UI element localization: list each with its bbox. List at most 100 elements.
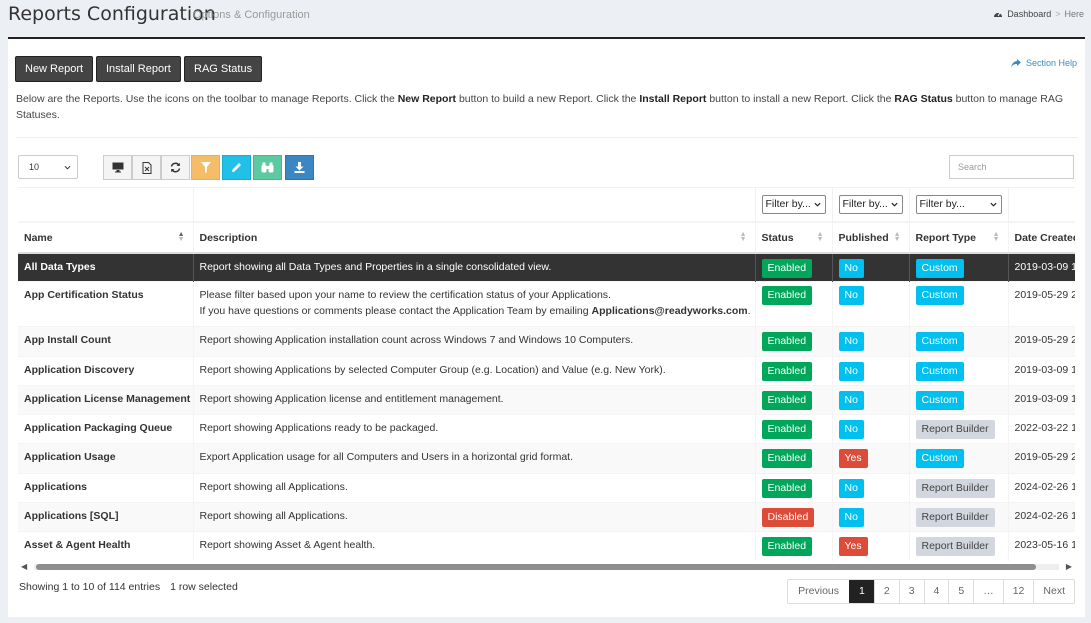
filter-cell: Filter by... — [908, 187, 1008, 222]
column-label: Description — [199, 231, 258, 244]
export-file-button[interactable] — [132, 155, 161, 180]
filter-cell — [192, 187, 755, 222]
cell-date: 2022-03-22 1 — [1007, 414, 1075, 444]
cell-report-type: Report Builder — [908, 472, 1008, 503]
cell-status: Enabled — [754, 355, 832, 386]
table-row[interactable]: All Data Types Report showing all Data T… — [18, 251, 1075, 282]
column-header-name[interactable]: Name ▲ ▼ — [18, 220, 193, 254]
table-row[interactable]: Application License Management Report sh… — [18, 384, 1075, 415]
pager-previous[interactable]: Previous — [788, 580, 849, 603]
intro-text-part: button to build a new Report. Click the — [456, 93, 640, 105]
header-row: Name ▲ ▼ Description ▲ ▼ Status ▲ ▼ Published ▲… — [18, 220, 1075, 254]
reports-panel: New Report Install Report RAG Status Sec… — [8, 37, 1085, 617]
scroll-right-icon[interactable]: ▶ — [1066, 562, 1072, 571]
report-type-badge: Custom — [915, 449, 964, 469]
page-length-value: 10 — [29, 162, 40, 172]
table-row[interactable]: Application Usage Export Application usa… — [18, 443, 1075, 474]
breadcrumb-separator: > — [1055, 9, 1061, 19]
cell-published: No — [831, 326, 909, 357]
published-badge: No — [838, 258, 864, 278]
column-header-status[interactable]: Status ▲ ▼ — [754, 220, 832, 254]
filter-row: Filter by... Filter by... Filter by... — [18, 187, 1075, 222]
download-button[interactable] — [285, 155, 314, 180]
published-filter-select[interactable]: Filter by... — [838, 195, 903, 214]
column-header-published[interactable]: Published ▲ ▼ — [831, 220, 909, 254]
table-row[interactable]: App Install Count Report showing Applica… — [18, 326, 1075, 357]
report-type-badge: Custom — [915, 332, 964, 352]
published-badge: Yes — [838, 449, 868, 469]
column-header-report-type[interactable]: Report Type ▲ ▼ — [908, 220, 1008, 254]
column-header-date-created[interactable]: Date Created — [1007, 220, 1075, 254]
horizontal-scrollbar[interactable]: ◀ ▶ — [18, 562, 1075, 572]
chevron-down-icon — [890, 202, 898, 207]
cell-status: Enabled — [754, 472, 832, 503]
refresh-icon — [170, 162, 181, 173]
cell-description: Report showing all Data Types and Proper… — [192, 251, 755, 282]
rag-status-button[interactable]: RAG Status — [184, 56, 263, 82]
table-row[interactable]: Application Packaging Queue Report showi… — [18, 414, 1075, 444]
table-row[interactable]: Application Discovery Report showing App… — [18, 355, 1075, 386]
published-badge: No — [838, 390, 864, 410]
sort-icon: ▲ ▼ — [992, 230, 1000, 243]
binoculars-button[interactable] — [253, 155, 282, 180]
contact-email: Applications@readyworks.com — [591, 305, 748, 318]
intro-bold: Install Report — [639, 93, 707, 105]
pager-page[interactable]: 5 — [948, 580, 973, 603]
cell-report-type: Report Builder — [908, 414, 1008, 444]
sort-asc-icon: ▲ ▼ — [177, 230, 185, 243]
cell-description: Report showing Application installation … — [192, 326, 755, 357]
pagination: Previous 1 2 3 4 5 … 12 Next — [787, 579, 1075, 604]
pager-page[interactable]: 2 — [873, 580, 899, 603]
cell-report-type: Report Builder — [908, 502, 1008, 532]
published-badge: No — [838, 332, 864, 352]
status-badge: Enabled — [761, 449, 813, 469]
refresh-button[interactable] — [161, 155, 190, 180]
binoculars-icon — [261, 162, 274, 173]
table-row[interactable]: Applications Report showing all Applicat… — [18, 472, 1075, 503]
cell-date: 2024-02-26 1 — [1007, 472, 1075, 503]
column-header-description[interactable]: Description ▲ ▼ — [192, 220, 755, 254]
cell-published: No — [831, 414, 909, 444]
status-filter-select[interactable]: Filter by... — [761, 195, 826, 214]
edit-button[interactable] — [222, 155, 251, 180]
filter-button[interactable] — [191, 155, 220, 180]
cell-description: Export Application usage for all Compute… — [192, 443, 755, 474]
table-row[interactable]: Asset & Agent Health Report showing Asse… — [18, 531, 1075, 562]
pager-page[interactable]: 4 — [923, 580, 949, 603]
cell-name: Application License Management — [18, 384, 193, 415]
status-badge: Enabled — [761, 332, 813, 352]
monitor-button[interactable] — [103, 155, 132, 180]
scroll-thumb[interactable] — [36, 564, 1036, 570]
cell-published: No — [831, 384, 909, 415]
cell-name: Applications [SQL] — [18, 502, 193, 532]
cell-status: Enabled — [754, 251, 832, 282]
status-badge: Enabled — [761, 478, 813, 498]
cell-date: 2019-03-09 1 — [1007, 384, 1075, 415]
search-input[interactable]: Search — [949, 155, 1074, 179]
pager-page[interactable]: 1 — [849, 580, 874, 603]
install-report-button[interactable]: Install Report — [96, 56, 181, 82]
cell-status: Enabled — [754, 326, 832, 357]
intro-bold: RAG Status — [894, 93, 953, 105]
scroll-left-icon[interactable]: ◀ — [21, 562, 27, 571]
breadcrumb-dashboard-link[interactable]: Dashboard — [1007, 9, 1051, 19]
cell-report-type: Custom — [908, 326, 1008, 357]
cell-published: Yes — [831, 443, 909, 474]
new-report-button[interactable]: New Report — [15, 56, 94, 82]
pager-page[interactable]: 3 — [898, 580, 924, 603]
page-length-select[interactable]: 10 — [18, 155, 78, 179]
chevron-down-icon — [64, 165, 71, 170]
column-label: Name — [24, 231, 53, 244]
report-type-filter-select[interactable]: Filter by... — [915, 195, 1002, 214]
cell-description: Report showing all Applications. — [192, 502, 755, 532]
table-row[interactable]: Applications [SQL] Report showing all Ap… — [18, 502, 1075, 532]
section-help-link[interactable]: Section Help — [1010, 58, 1077, 68]
pager-next[interactable]: Next — [1033, 580, 1074, 603]
cell-status: Enabled — [754, 414, 832, 444]
table-row[interactable]: App Certification Status Please filter b… — [18, 281, 1075, 327]
filter-cell: Filter by... — [831, 187, 909, 222]
pager-page[interactable]: 12 — [1002, 580, 1034, 603]
pager-ellipsis: … — [973, 580, 1003, 603]
published-badge: No — [838, 420, 864, 440]
status-badge: Enabled — [761, 390, 813, 410]
